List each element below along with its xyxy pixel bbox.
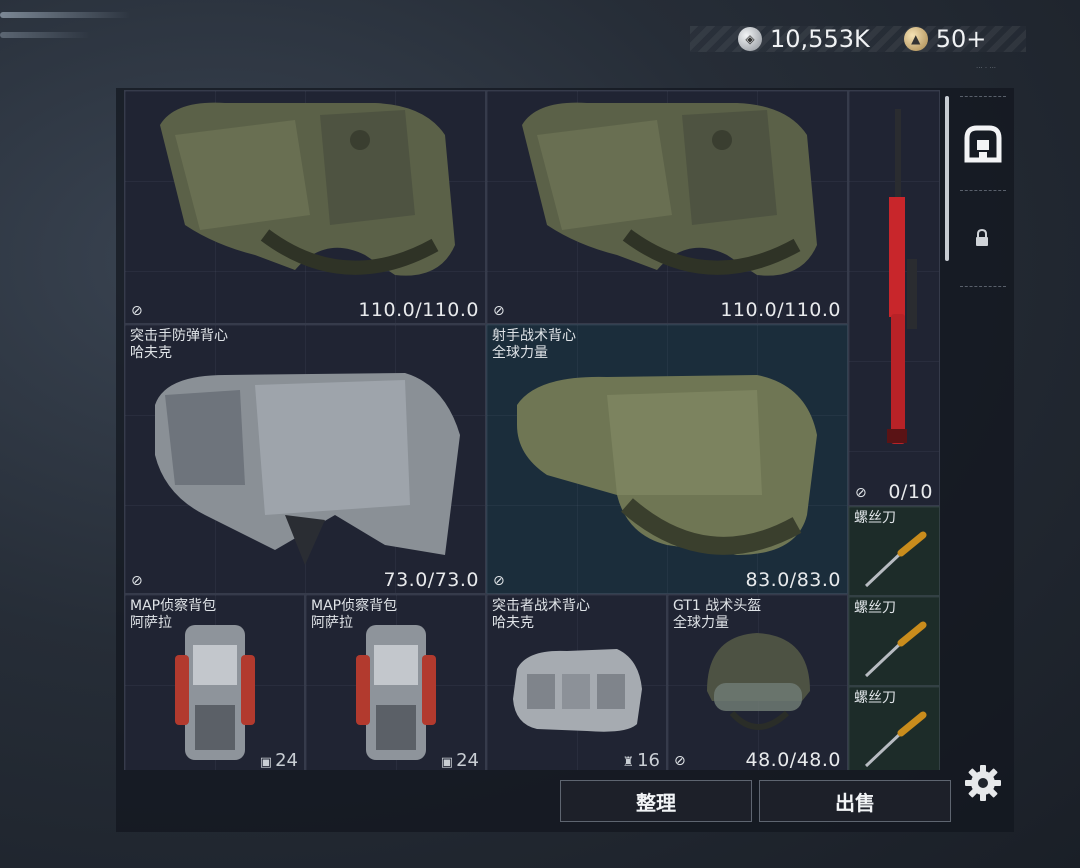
version-text: ··· · ···: [976, 64, 997, 72]
background-streak: [0, 32, 90, 38]
screwdriver-image: [864, 621, 927, 678]
capacity-count: ♜ 16: [622, 750, 660, 770]
sniper-rifle-image: [887, 109, 917, 444]
item-cell-vest-1[interactable]: ⊘ 110.0/110.0: [124, 90, 486, 324]
durability-text: 83.0/83.0: [745, 569, 841, 591]
backpack-icon: ▣: [259, 755, 273, 770]
item-cell-marksman-vest[interactable]: 射手战术背心 全球力量 ⊘ 83.0/83.0: [486, 324, 848, 594]
sort-button[interactable]: 整理: [560, 780, 752, 822]
backpack-image: [356, 625, 436, 760]
sell-button[interactable]: 出售: [759, 780, 951, 822]
item-name: 螺丝刀: [854, 510, 896, 526]
gold-amount: 50+: [935, 25, 987, 53]
body-armor-image: [517, 375, 817, 555]
gold-coin-icon: ▲: [903, 27, 928, 51]
storage-sidebar: [956, 96, 1008, 296]
chest-rig-icon: ♜: [622, 755, 635, 770]
item-name: 射手战术背心 全球力量: [492, 328, 576, 361]
durability-text: 110.0/110.0: [720, 299, 841, 321]
uninsured-icon: ⊘: [855, 485, 867, 501]
uninsured-icon: ⊘: [131, 303, 143, 319]
item-name: 突击者战术背心 哈夫克: [492, 598, 590, 631]
uninsured-icon: ⊘: [674, 753, 686, 769]
item-cell-screwdriver[interactable]: 螺丝刀: [848, 596, 940, 686]
backpack-image: [175, 625, 255, 760]
durability-text: 73.0/73.0: [383, 569, 479, 591]
gear-icon[interactable]: [964, 764, 1002, 802]
item-cell-gt1-helmet[interactable]: GT1 战术头盔 全球力量 ⊘ 48.0/48.0: [667, 594, 848, 770]
uninsured-icon: ⊘: [493, 303, 505, 319]
durability-text: 0/10: [888, 481, 933, 503]
durability-text: 48.0/48.0: [745, 749, 841, 770]
currency-bar: ◈ 10,553K ▲ 50+: [690, 25, 1026, 53]
item-cell-screwdriver[interactable]: 螺丝刀: [848, 506, 940, 596]
inventory-scrollbar[interactable]: [945, 96, 949, 261]
background-streak: [0, 12, 130, 18]
screwdriver-image: [864, 531, 927, 588]
item-name: 突击手防弹背心 哈夫克: [130, 328, 228, 361]
backpack-icon: ▣: [440, 755, 454, 770]
item-cell-map-backpack[interactable]: MAP侦察背包 阿萨拉 ▣ 24: [305, 594, 486, 770]
helmet-image: [707, 633, 810, 730]
inventory-grid: ⊘ 110.0/110.0 ⊘ 110.0/110.0 ⊘ 0/10 突击手防弹…: [124, 90, 940, 770]
uninsured-icon: ⊘: [131, 573, 143, 589]
item-name: 螺丝刀: [854, 690, 896, 706]
item-cell-assault-vest[interactable]: 突击手防弹背心 哈夫克 ⊘ 73.0/73.0: [124, 324, 486, 594]
body-armor-image: [522, 102, 817, 276]
lock-icon[interactable]: [974, 229, 990, 247]
silver-amount: 10,553K: [770, 25, 870, 53]
body-armor-image: [160, 102, 455, 276]
uninsured-icon: ⊘: [493, 573, 505, 589]
item-cell-map-backpack[interactable]: MAP侦察背包 阿萨拉 ▣ 24: [124, 594, 305, 770]
item-name: 螺丝刀: [854, 600, 896, 616]
item-cell-sniper-rifle[interactable]: ⊘ 0/10: [848, 90, 940, 506]
chest-rig-image: [513, 649, 642, 732]
item-cell-assault-chest-rig[interactable]: 突击者战术背心 哈夫克 ♜ 16: [486, 594, 667, 770]
body-armor-image: [155, 373, 460, 565]
silver-coin-icon: ◈: [738, 27, 762, 51]
item-cell-vest-2[interactable]: ⊘ 110.0/110.0: [486, 90, 848, 324]
durability-text: 110.0/110.0: [358, 299, 479, 321]
storage-icon[interactable]: [963, 124, 1003, 164]
capacity-count: ▣ 24: [259, 750, 298, 770]
capacity-count: ▣ 24: [440, 750, 479, 770]
item-cell-screwdriver[interactable]: 螺丝刀: [848, 686, 940, 770]
screwdriver-image: [864, 711, 927, 768]
